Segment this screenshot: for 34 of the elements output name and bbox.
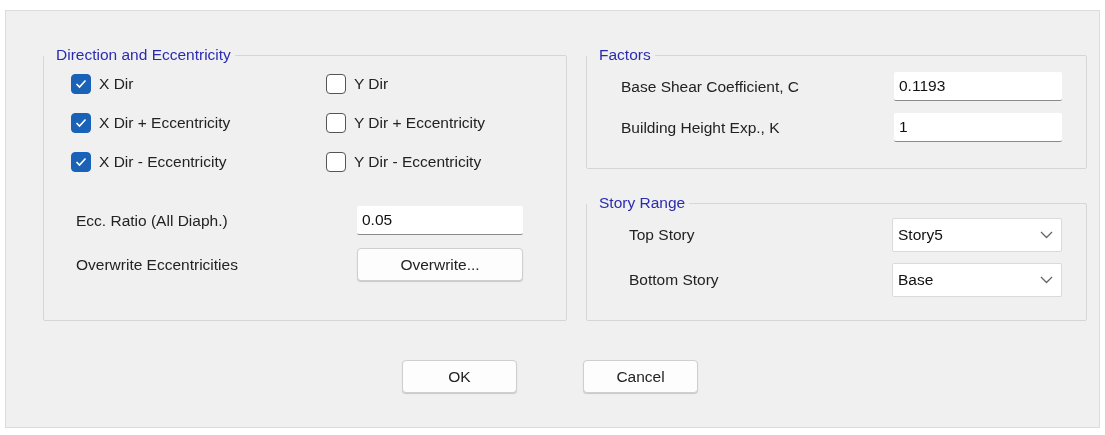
checkbox-label: X Dir + Eccentricity bbox=[99, 114, 231, 132]
dropdown[interactable]: Base bbox=[892, 263, 1062, 297]
checkbox-label: X Dir bbox=[99, 75, 134, 93]
field-label: Overwrite Eccentricities bbox=[76, 255, 238, 274]
group-title: Factors bbox=[598, 46, 652, 64]
checkbox[interactable] bbox=[326, 152, 346, 172]
checkbox[interactable] bbox=[71, 152, 91, 172]
checkbox[interactable] bbox=[71, 113, 91, 133]
check-icon bbox=[75, 79, 87, 89]
checkbox[interactable] bbox=[71, 74, 91, 94]
field-label: Building Height Exp., K bbox=[621, 118, 780, 137]
text-field[interactable]: 0.1193 bbox=[894, 72, 1062, 101]
group-title: Story Range bbox=[598, 194, 687, 212]
checkbox-label: Y Dir + Eccentricity bbox=[354, 114, 486, 132]
checkbox[interactable] bbox=[326, 74, 346, 94]
overwrite-button[interactable]: Overwrite... bbox=[357, 248, 523, 281]
ok-button[interactable]: OK bbox=[402, 360, 517, 393]
group-title: Direction and Eccentricity bbox=[55, 46, 232, 64]
cancel-button[interactable]: Cancel bbox=[583, 360, 698, 393]
text-field[interactable]: 0.05 bbox=[357, 206, 523, 235]
chevron-down-icon bbox=[1040, 231, 1053, 239]
checkbox-label: Y Dir - Eccentricity bbox=[354, 153, 482, 171]
field-label: Bottom Story bbox=[629, 271, 719, 289]
dropdown[interactable]: Story5 bbox=[892, 218, 1062, 252]
field-label: Base Shear Coefficient, C bbox=[621, 77, 800, 96]
checkbox[interactable] bbox=[326, 113, 346, 133]
check-icon bbox=[75, 118, 87, 128]
field-label: Top Story bbox=[629, 226, 695, 244]
text-field[interactable]: 1 bbox=[894, 113, 1062, 142]
field-label: Ecc. Ratio (All Diaph.) bbox=[76, 211, 228, 230]
chevron-down-icon bbox=[1040, 276, 1053, 284]
checkbox-label: X Dir - Eccentricity bbox=[99, 153, 227, 171]
check-icon bbox=[75, 157, 87, 167]
checkbox-label: Y Dir bbox=[354, 75, 389, 93]
